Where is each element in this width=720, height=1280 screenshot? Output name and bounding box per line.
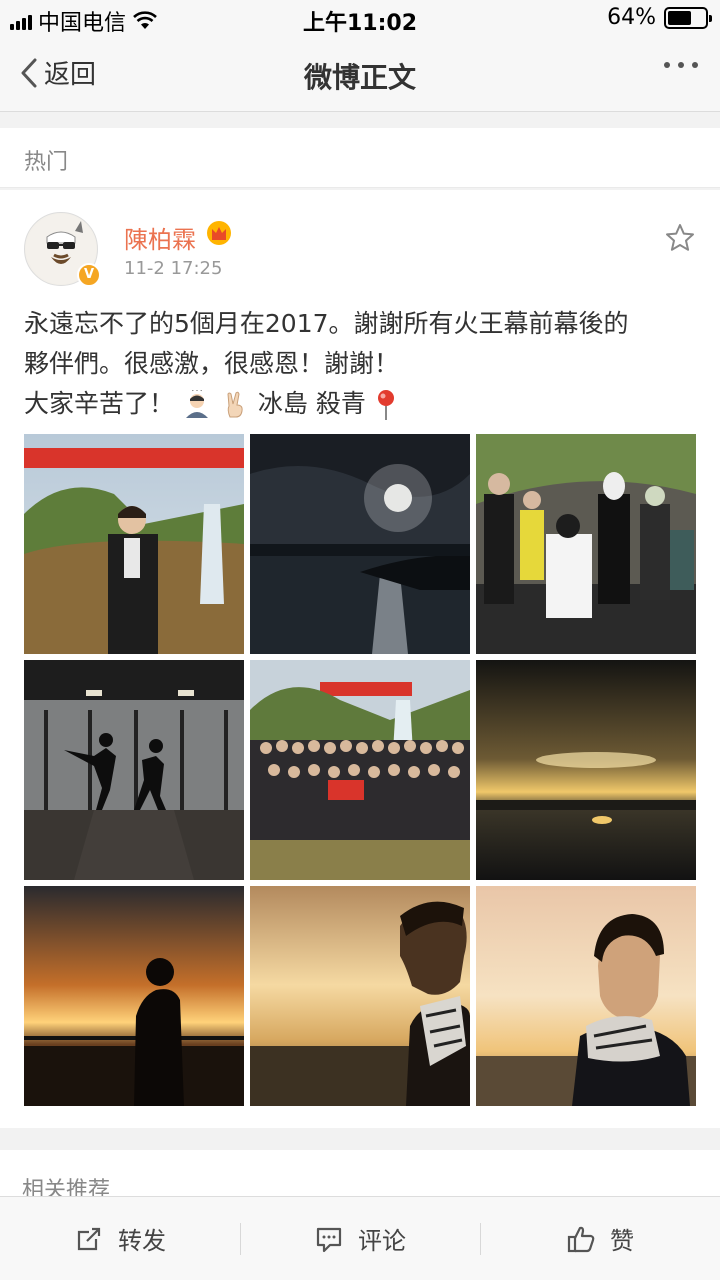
- star-icon[interactable]: [664, 222, 696, 254]
- photo-costumed-group[interactable]: [476, 434, 696, 654]
- bowing-person-icon: [185, 390, 208, 418]
- thumbs-up-icon: [567, 1226, 595, 1252]
- hot-label: 热门: [24, 150, 69, 175]
- more-dot-icon: [692, 62, 698, 68]
- battery-icon: [664, 6, 712, 29]
- photo-dance-silhouettes[interactable]: [24, 660, 244, 880]
- photo-profile-sunset[interactable]: [250, 886, 470, 1106]
- photo-moon-over-sea[interactable]: [250, 434, 470, 654]
- photo-silhouette-sunset[interactable]: [24, 886, 244, 1106]
- repost-label: 转发: [118, 1227, 166, 1255]
- more-dot-icon: [664, 62, 670, 68]
- battery-percent: 64%: [607, 5, 656, 30]
- pin-icon: [377, 390, 394, 420]
- like-button[interactable]: 赞: [480, 1197, 720, 1280]
- like-label: 赞: [610, 1227, 634, 1255]
- bottom-toolbar: 转发 评论 赞: [0, 1196, 720, 1280]
- post-text-line: 永遠忘不了的5個月在2017。謝謝所有火王幕前幕後的: [24, 309, 629, 338]
- photo-portrait-sunset[interactable]: [476, 886, 696, 1106]
- comment-button[interactable]: 评论: [240, 1197, 480, 1280]
- status-right: 64%: [607, 5, 712, 30]
- related-section: 相关推荐: [0, 1150, 720, 1203]
- verified-badge-icon: V: [77, 263, 101, 287]
- page-title: 微博正文: [303, 61, 416, 94]
- photo-crew-group[interactable]: [250, 660, 470, 880]
- nav-bar: 返回 微博正文: [0, 36, 720, 112]
- repost-icon: [77, 1227, 101, 1250]
- more-dot-icon: [678, 62, 684, 68]
- weibo-post: V 陳柏霖 11-2 17:25 永遠忘不了的5個月在2017。謝謝所有火王幕前…: [0, 190, 720, 1128]
- post-time: 11-2 17:25: [124, 258, 223, 279]
- post-text-segment: 冰島 殺青: [257, 389, 366, 418]
- repost-button[interactable]: 转发: [0, 1197, 240, 1280]
- post-text-segment: 大家辛苦了！: [24, 389, 175, 418]
- victory-hand-icon: [227, 391, 243, 418]
- post-text: 永遠忘不了的5個月在2017。謝謝所有火王幕前幕後的 夥伴們。很感激，很感恩！謝…: [24, 304, 696, 424]
- status-bar: 中国电信 上午11:02 64%: [0, 0, 720, 36]
- photo-banner-waterfall[interactable]: [24, 434, 244, 654]
- username[interactable]: 陳柏霖: [124, 220, 196, 255]
- comment-label: 评论: [358, 1227, 406, 1255]
- comment-icon: [316, 1227, 342, 1252]
- avatar[interactable]: V: [24, 212, 101, 287]
- more-button[interactable]: [664, 62, 698, 68]
- photo-sunset-horizon[interactable]: [476, 660, 696, 880]
- post-text-line: 夥伴們。很感激，很感恩！謝謝！: [24, 349, 400, 378]
- crown-icon: [207, 221, 231, 245]
- photo-grid: [24, 434, 696, 1106]
- hot-section: 热门: [0, 128, 720, 188]
- post-text-line: 大家辛苦了！ 冰島 殺青: [24, 384, 696, 424]
